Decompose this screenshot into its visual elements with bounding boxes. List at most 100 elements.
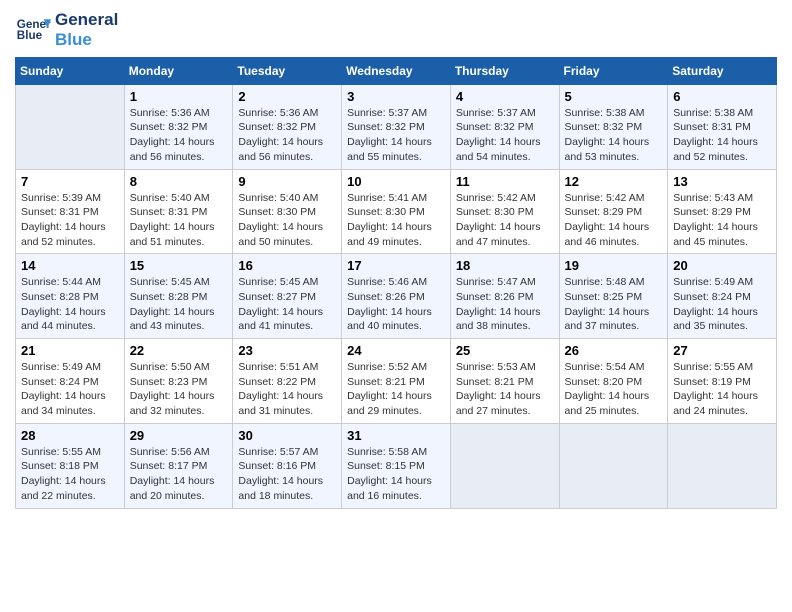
day-info: Sunrise: 5:41 AM Sunset: 8:30 PM Dayligh… — [347, 191, 445, 250]
calendar-cell: 11 Sunrise: 5:42 AM Sunset: 8:30 PM Dayli… — [450, 169, 559, 254]
calendar-cell: 13 Sunrise: 5:43 AM Sunset: 8:29 PM Dayli… — [668, 169, 777, 254]
day-number: 22 — [130, 343, 228, 358]
day-number: 9 — [238, 174, 336, 189]
day-info: Sunrise: 5:50 AM Sunset: 8:23 PM Dayligh… — [130, 360, 228, 419]
calendar-cell: 2 Sunrise: 5:36 AM Sunset: 8:32 PM Daylig… — [233, 84, 342, 169]
calendar-week-row: 7 Sunrise: 5:39 AM Sunset: 8:31 PM Daylig… — [16, 169, 777, 254]
calendar-cell: 4Sunrise: 5:37 AM Sunset: 8:32 PM Daylig… — [450, 84, 559, 169]
calendar-cell: 17 Sunrise: 5:46 AM Sunset: 8:26 PM Dayli… — [342, 254, 451, 339]
calendar-cell — [559, 423, 668, 508]
calendar-week-row: 1 Sunrise: 5:36 AM Sunset: 8:32 PM Daylig… — [16, 84, 777, 169]
header-tuesday: Tuesday — [233, 57, 342, 84]
svg-text:Blue: Blue — [17, 29, 43, 42]
calendar-cell: 27Sunrise: 5:55 AM Sunset: 8:19 PM Dayli… — [668, 339, 777, 424]
day-number: 6 — [673, 89, 771, 104]
day-number: 21 — [21, 343, 119, 358]
calendar-cell: 21 Sunrise: 5:49 AM Sunset: 8:24 PM Dayli… — [16, 339, 125, 424]
day-number: 23 — [238, 343, 336, 358]
day-info: Sunrise: 5:45 AM Sunset: 8:27 PM Dayligh… — [238, 275, 336, 334]
day-info: Sunrise: 5:38 AM Sunset: 8:32 PM Dayligh… — [565, 106, 663, 165]
day-number: 20 — [673, 258, 771, 273]
calendar-cell: 28 Sunrise: 5:55 AM Sunset: 8:18 PM Dayli… — [16, 423, 125, 508]
day-info: Sunrise: 5:44 AM Sunset: 8:28 PM Dayligh… — [21, 275, 119, 334]
day-number: 2 — [238, 89, 336, 104]
day-number: 7 — [21, 174, 119, 189]
calendar-cell: 19 Sunrise: 5:48 AM Sunset: 8:25 PM Dayli… — [559, 254, 668, 339]
calendar-cell: 22 Sunrise: 5:50 AM Sunset: 8:23 PM Dayli… — [124, 339, 233, 424]
day-number: 26 — [565, 343, 663, 358]
calendar-cell: 14 Sunrise: 5:44 AM Sunset: 8:28 PM Dayli… — [16, 254, 125, 339]
header-thursday: Thursday — [450, 57, 559, 84]
day-info: Sunrise: 5:57 AM Sunset: 8:16 PM Dayligh… — [238, 445, 336, 504]
calendar-cell — [450, 423, 559, 508]
day-number: 10 — [347, 174, 445, 189]
day-number: 30 — [238, 428, 336, 443]
day-number: 17 — [347, 258, 445, 273]
calendar-cell: 15 Sunrise: 5:45 AM Sunset: 8:28 PM Dayli… — [124, 254, 233, 339]
page-header: General Blue GeneralBlue — [15, 10, 777, 51]
header-sunday: Sunday — [16, 57, 125, 84]
day-number: 5 — [565, 89, 663, 104]
calendar-week-row: 28 Sunrise: 5:55 AM Sunset: 8:18 PM Dayli… — [16, 423, 777, 508]
calendar-cell: 12 Sunrise: 5:42 AM Sunset: 8:29 PM Dayli… — [559, 169, 668, 254]
calendar-header-row: SundayMondayTuesdayWednesdayThursdayFrid… — [16, 57, 777, 84]
day-number: 12 — [565, 174, 663, 189]
calendar-cell: 8 Sunrise: 5:40 AM Sunset: 8:31 PM Daylig… — [124, 169, 233, 254]
day-number: 29 — [130, 428, 228, 443]
calendar-cell: 16 Sunrise: 5:45 AM Sunset: 8:27 PM Dayli… — [233, 254, 342, 339]
day-info: Sunrise: 5:48 AM Sunset: 8:25 PM Dayligh… — [565, 275, 663, 334]
day-info: Sunrise: 5:58 AM Sunset: 8:15 PM Dayligh… — [347, 445, 445, 504]
calendar-cell: 6Sunrise: 5:38 AM Sunset: 8:31 PM Daylig… — [668, 84, 777, 169]
calendar-table: SundayMondayTuesdayWednesdayThursdayFrid… — [15, 57, 777, 509]
day-info: Sunrise: 5:55 AM Sunset: 8:18 PM Dayligh… — [21, 445, 119, 504]
calendar-cell: 3Sunrise: 5:37 AM Sunset: 8:32 PM Daylig… — [342, 84, 451, 169]
day-number: 15 — [130, 258, 228, 273]
day-number: 13 — [673, 174, 771, 189]
day-number: 1 — [130, 89, 228, 104]
day-info: Sunrise: 5:37 AM Sunset: 8:32 PM Dayligh… — [456, 106, 554, 165]
day-info: Sunrise: 5:47 AM Sunset: 8:26 PM Dayligh… — [456, 275, 554, 334]
day-info: Sunrise: 5:42 AM Sunset: 8:29 PM Dayligh… — [565, 191, 663, 250]
day-number: 19 — [565, 258, 663, 273]
day-info: Sunrise: 5:49 AM Sunset: 8:24 PM Dayligh… — [21, 360, 119, 419]
day-info: Sunrise: 5:43 AM Sunset: 8:29 PM Dayligh… — [673, 191, 771, 250]
calendar-cell: 31 Sunrise: 5:58 AM Sunset: 8:15 PM Dayli… — [342, 423, 451, 508]
day-info: Sunrise: 5:42 AM Sunset: 8:30 PM Dayligh… — [456, 191, 554, 250]
day-info: Sunrise: 5:40 AM Sunset: 8:31 PM Dayligh… — [130, 191, 228, 250]
day-info: Sunrise: 5:37 AM Sunset: 8:32 PM Dayligh… — [347, 106, 445, 165]
calendar-cell: 23Sunrise: 5:51 AM Sunset: 8:22 PM Dayli… — [233, 339, 342, 424]
calendar-week-row: 14 Sunrise: 5:44 AM Sunset: 8:28 PM Dayli… — [16, 254, 777, 339]
calendar-cell: 1 Sunrise: 5:36 AM Sunset: 8:32 PM Daylig… — [124, 84, 233, 169]
day-info: Sunrise: 5:46 AM Sunset: 8:26 PM Dayligh… — [347, 275, 445, 334]
day-info: Sunrise: 5:54 AM Sunset: 8:20 PM Dayligh… — [565, 360, 663, 419]
day-number: 31 — [347, 428, 445, 443]
header-wednesday: Wednesday — [342, 57, 451, 84]
calendar-cell — [668, 423, 777, 508]
day-info: Sunrise: 5:56 AM Sunset: 8:17 PM Dayligh… — [130, 445, 228, 504]
day-number: 14 — [21, 258, 119, 273]
calendar-cell: 7 Sunrise: 5:39 AM Sunset: 8:31 PM Daylig… — [16, 169, 125, 254]
calendar-cell: 26 Sunrise: 5:54 AM Sunset: 8:20 PM Dayli… — [559, 339, 668, 424]
day-info: Sunrise: 5:52 AM Sunset: 8:21 PM Dayligh… — [347, 360, 445, 419]
calendar-cell: 29 Sunrise: 5:56 AM Sunset: 8:17 PM Dayli… — [124, 423, 233, 508]
calendar-cell: 25Sunrise: 5:53 AM Sunset: 8:21 PM Dayli… — [450, 339, 559, 424]
calendar-cell: 5 Sunrise: 5:38 AM Sunset: 8:32 PM Daylig… — [559, 84, 668, 169]
day-info: Sunrise: 5:49 AM Sunset: 8:24 PM Dayligh… — [673, 275, 771, 334]
calendar-week-row: 21 Sunrise: 5:49 AM Sunset: 8:24 PM Dayli… — [16, 339, 777, 424]
day-number: 18 — [456, 258, 554, 273]
calendar-cell: 30 Sunrise: 5:57 AM Sunset: 8:16 PM Dayli… — [233, 423, 342, 508]
calendar-cell: 10 Sunrise: 5:41 AM Sunset: 8:30 PM Dayli… — [342, 169, 451, 254]
header-friday: Friday — [559, 57, 668, 84]
day-number: 8 — [130, 174, 228, 189]
day-info: Sunrise: 5:45 AM Sunset: 8:28 PM Dayligh… — [130, 275, 228, 334]
day-number: 28 — [21, 428, 119, 443]
day-number: 16 — [238, 258, 336, 273]
day-number: 11 — [456, 174, 554, 189]
day-info: Sunrise: 5:39 AM Sunset: 8:31 PM Dayligh… — [21, 191, 119, 250]
logo-icon: General Blue — [15, 12, 51, 48]
calendar-cell: 24Sunrise: 5:52 AM Sunset: 8:21 PM Dayli… — [342, 339, 451, 424]
day-number: 27 — [673, 343, 771, 358]
day-info: Sunrise: 5:36 AM Sunset: 8:32 PM Dayligh… — [238, 106, 336, 165]
day-info: Sunrise: 5:36 AM Sunset: 8:32 PM Dayligh… — [130, 106, 228, 165]
calendar-cell — [16, 84, 125, 169]
